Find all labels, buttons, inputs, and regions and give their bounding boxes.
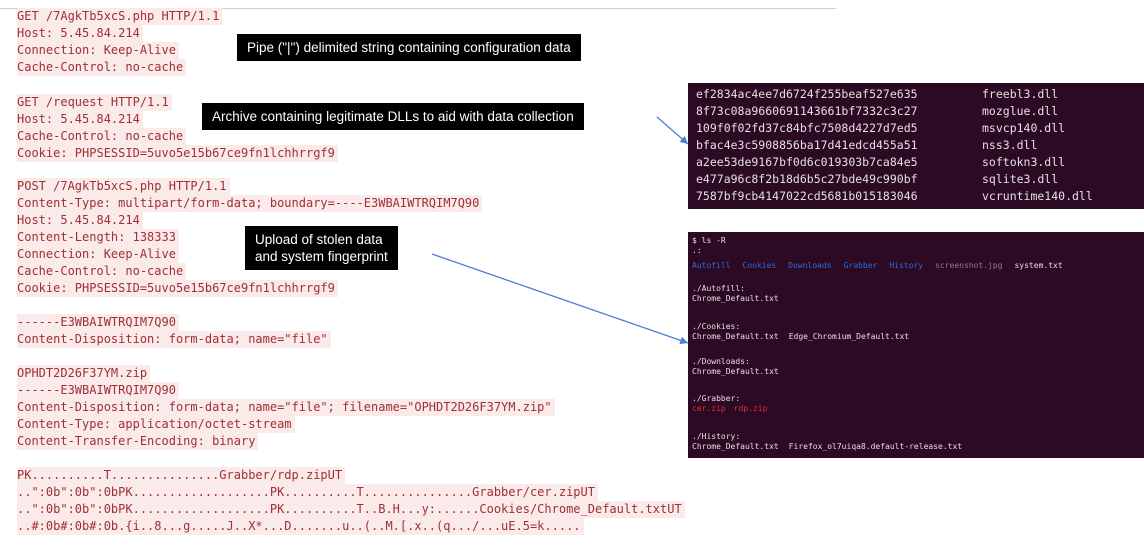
ls-cookies-files: Chrome_Default.txt Edge_Chromium_Default.… xyxy=(692,332,909,342)
ls-grabber-file-cer: cer.zip xyxy=(692,404,726,413)
http-line: ..":0b":0b":0bPK...................PK...… xyxy=(17,501,685,518)
dll-hash: bfac4e3c5908856ba17d41edcd455a51 xyxy=(696,138,918,152)
http-line: OPHDT2D26F37YM.zip xyxy=(17,365,151,382)
dll-hash: 8f73c08a9660691143661bf7332c3c27 xyxy=(696,104,918,118)
ls-grabber-header: ./Grabber: xyxy=(692,394,741,403)
ls-root-entry: Autofill xyxy=(692,261,731,270)
callout-dll-archive: Archive containing legitimate DLLs to ai… xyxy=(202,103,584,130)
dll-name: softokn3.dll xyxy=(982,155,1066,169)
http-line: Host: 5.45.84.214 xyxy=(17,111,143,128)
http-line: ..":0b":0b":0bPK...................PK...… xyxy=(17,484,598,501)
dll-hash: e477a96c8f2b18d6b5c27bde49c990bf xyxy=(696,172,918,186)
callout-upload: Upload of stolen data and system fingerpr… xyxy=(245,226,398,270)
http-line: Content-Type: multipart/form-data; bound… xyxy=(17,195,483,212)
dll-hash: ef2834ac4ee7d6724f255beaf527e635 xyxy=(696,87,918,101)
dll-row: bfac4e3c5908856ba17d41edcd455a51 nss3.dll xyxy=(696,138,1037,152)
dll-row: 109f0f02fd37c84bfc7508d4227d7ed5 msvcp140… xyxy=(696,121,1065,135)
dll-name: mozglue.dll xyxy=(982,104,1059,118)
ls-grabber-files: cer.zip rdp.zip xyxy=(692,404,775,414)
http-line: Content-Disposition: form-data; name="fi… xyxy=(17,331,331,348)
ls-autofill-files: Chrome_Default.txt xyxy=(692,294,779,303)
directory-listing-terminal: $ ls -R .: Autofill Cookies Downloads Grabb… xyxy=(688,232,1144,458)
ls-cookies-file-edge: Edge_Chromium_Default.txt xyxy=(788,332,910,341)
http-line: GET /7AgkTb5xcS.php HTTP/1.1 xyxy=(17,8,223,25)
ls-root-entry: History xyxy=(889,261,924,270)
http-line: POST /7AgkTb5xcS.php HTTP/1.1 xyxy=(17,178,230,195)
ls-history-file-firefox: Firefox_ol7uiqa8.default-release.txt xyxy=(788,442,963,451)
http-line: Host: 5.45.84.214 xyxy=(17,212,143,229)
dll-row: a2ee53de9167bf0d6c019303b7ca84e5 softokn3… xyxy=(696,155,1065,169)
callout-upload-line2: and system fingerprint xyxy=(255,249,388,264)
ls-root-entry: Downloads xyxy=(788,261,832,270)
callout-upload-line1: Upload of stolen data xyxy=(255,232,383,247)
http-line: ------E3WBAIWTRQIM7Q90 xyxy=(17,314,179,331)
dll-hash: a2ee53de9167bf0d6c019303b7ca84e5 xyxy=(696,155,918,169)
ls-command: $ ls -R xyxy=(692,236,726,245)
http-line: Cookie: PHPSESSID=5uvo5e15b67ce9fn1lchhr… xyxy=(17,145,338,162)
dll-name: nss3.dll xyxy=(982,138,1038,152)
dll-row: ef2834ac4ee7d6724f255beaf527e635 freebl3.… xyxy=(696,87,1058,101)
http-line: Cache-Control: no-cache xyxy=(17,59,187,76)
dll-row: 8f73c08a9660691143661bf7332c3c27 mozglue.… xyxy=(696,104,1058,118)
ls-root-entries: Autofill Cookies Downloads Grabber History sc… xyxy=(692,261,1063,271)
ls-dot: .: xyxy=(692,246,702,255)
ls-downloads-header: ./Downloads: xyxy=(692,357,750,366)
screenshot-canvas: GET /7AgkTb5xcS.php HTTP/1.1 Host: 5.45.8… xyxy=(0,0,1144,550)
http-line: Cookie: PHPSESSID=5uvo5e15b67ce9fn1lchhr… xyxy=(17,280,338,297)
dll-hash: 7587bf9cb4147022cd5681b015183046 xyxy=(696,189,918,203)
callout-config-data: Pipe ("|") delimited string containing c… xyxy=(237,34,581,61)
ls-root-entry: Cookies xyxy=(742,261,777,270)
dll-name: msvcp140.dll xyxy=(982,121,1066,135)
http-line: Content-Length: 138333 xyxy=(17,229,179,246)
dll-hash: 109f0f02fd37c84bfc7508d4227d7ed5 xyxy=(696,121,918,135)
http-line: ------E3WBAIWTRQIM7Q90 xyxy=(17,382,179,399)
http-line: GET /request HTTP/1.1 xyxy=(17,94,172,111)
ls-root-entry: screenshot.jpg xyxy=(935,261,1003,270)
dll-row: 7587bf9cb4147022cd5681b015183046 vcruntim… xyxy=(696,189,1093,203)
ls-root-entry: Grabber xyxy=(843,261,878,270)
http-line: Cache-Control: no-cache xyxy=(17,128,187,145)
http-line: Content-Transfer-Encoding: binary xyxy=(17,433,259,450)
dll-row: e477a96c8f2b18d6b5c27bde49c990bf sqlite3.… xyxy=(696,172,1058,186)
http-line: Connection: Keep-Alive xyxy=(17,246,179,263)
dll-name: vcruntime140.dll xyxy=(982,189,1093,203)
ls-history-files: Chrome_Default.txt Firefox_ol7uiqa8.defau… xyxy=(692,442,962,452)
dll-name: freebl3.dll xyxy=(982,87,1059,101)
http-line: PK..........T...............Grabber/rdp.… xyxy=(17,467,346,484)
dll-hash-terminal: ef2834ac4ee7d6724f255beaf527e635 freebl3.… xyxy=(688,83,1144,209)
http-line: Content-Type: application/octet-stream xyxy=(17,416,295,433)
ls-root-entry: system.txt xyxy=(1014,261,1063,270)
dll-name: sqlite3.dll xyxy=(982,172,1059,186)
http-line: Connection: Keep-Alive xyxy=(17,42,179,59)
ls-history-file-chrome: Chrome_Default.txt xyxy=(692,442,779,451)
ls-history-header: ./History: xyxy=(692,432,741,441)
ls-cookies-file-chrome: Chrome_Default.txt xyxy=(692,332,779,341)
ls-autofill-header: ./Autofill: xyxy=(692,284,745,293)
http-line: Cache-Control: no-cache xyxy=(17,263,187,280)
ls-grabber-file-rdp: rdp.zip xyxy=(733,404,768,413)
ls-cookies-header: ./Cookies: xyxy=(692,322,741,331)
http-line: Host: 5.45.84.214 xyxy=(17,25,143,42)
http-line: Content-Disposition: form-data; name="fi… xyxy=(17,399,555,416)
http-line: ..#:0b#:0b#:0b.{i..8...g.....J..X*...D..… xyxy=(17,518,584,535)
ls-downloads-files: Chrome_Default.txt xyxy=(692,367,779,376)
